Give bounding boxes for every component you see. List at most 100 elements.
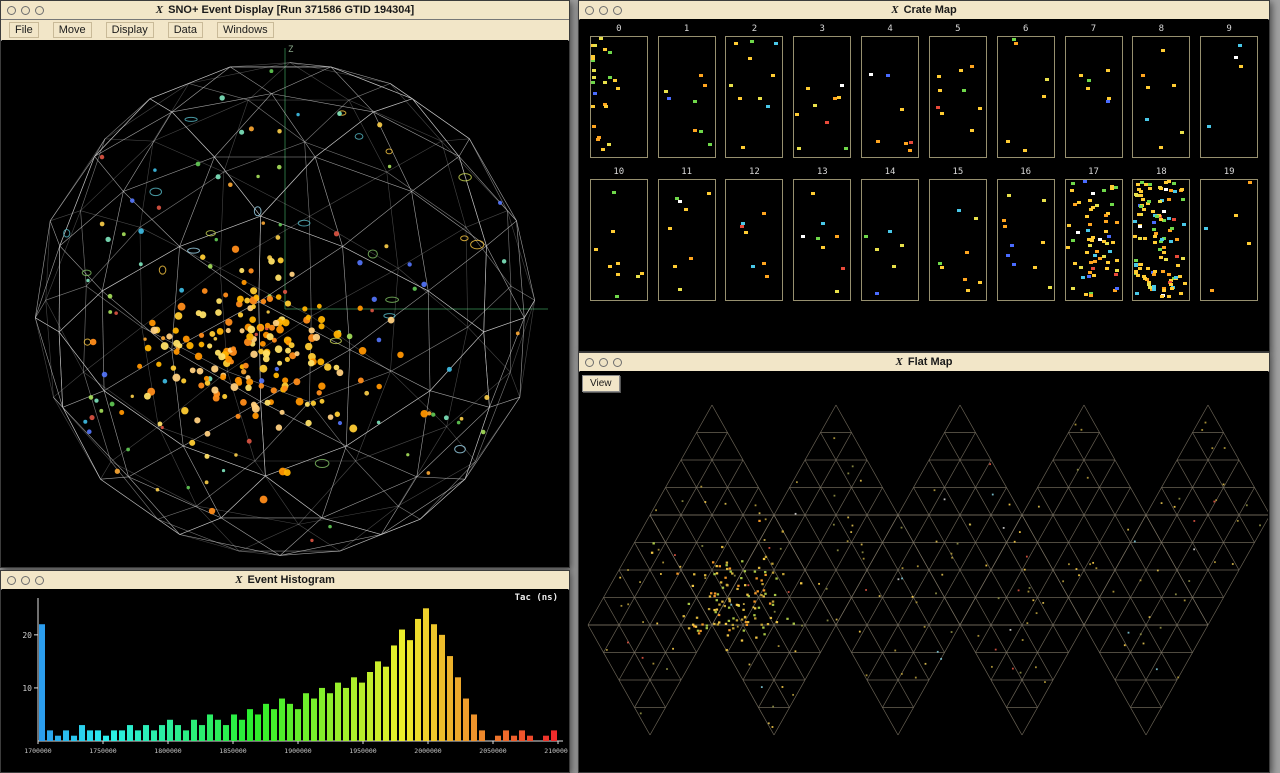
hit-dot <box>1093 260 1097 263</box>
hit-dot <box>875 248 879 251</box>
hit-dot <box>1111 241 1115 244</box>
crate-panel-1[interactable] <box>658 36 716 158</box>
crate-label-11: 11 <box>681 167 692 177</box>
hit-dot <box>774 42 778 45</box>
window-button-icon[interactable] <box>35 6 44 15</box>
hit-dot <box>1207 125 1211 128</box>
window-crate-map: XCrate Map 01234567891011121314151617181… <box>578 0 1270 352</box>
crate-panel-6[interactable] <box>997 36 1055 158</box>
hit-dot <box>765 275 769 278</box>
hit-dot <box>1114 186 1118 189</box>
hit-dot <box>1006 140 1010 143</box>
crate-panel-17[interactable] <box>1065 179 1123 301</box>
svg-text:1900000: 1900000 <box>284 747 311 755</box>
hit-dot <box>957 209 961 212</box>
titlebar-flat-map[interactable]: XFlat Map <box>579 353 1269 372</box>
window-button-icon[interactable] <box>599 6 608 15</box>
hit-dot <box>1093 254 1097 257</box>
window-buttons <box>7 576 44 585</box>
crate-panel-8[interactable] <box>1132 36 1190 158</box>
hit-dot <box>693 129 697 132</box>
crate-panel-9[interactable] <box>1200 36 1258 158</box>
hit-dot <box>940 266 944 269</box>
crate-panel-11[interactable] <box>658 179 716 301</box>
menu-file[interactable]: File <box>9 22 39 38</box>
crate-panel-12[interactable] <box>725 179 783 301</box>
hit-dot <box>1133 220 1137 223</box>
hit-dot <box>1088 223 1092 226</box>
hit-dot <box>833 97 837 100</box>
hit-dot <box>1091 267 1095 270</box>
crate-panel-19[interactable] <box>1200 179 1258 301</box>
titlebar-crate-map[interactable]: XCrate Map <box>579 1 1269 20</box>
crate-panel-18[interactable] <box>1132 179 1190 301</box>
hit-dot <box>1079 266 1083 269</box>
hit-dot <box>740 225 744 228</box>
crate-panel-5[interactable] <box>929 36 987 158</box>
hit-dot <box>597 136 601 139</box>
crate-panel-3[interactable] <box>793 36 851 158</box>
view-menu-button[interactable]: View <box>582 375 620 392</box>
svg-text:Tac (ns): Tac (ns) <box>515 593 558 603</box>
window-button-icon[interactable] <box>613 6 622 15</box>
hit-dot <box>888 230 892 233</box>
window-button-icon[interactable] <box>599 358 608 367</box>
hit-dot <box>1159 256 1163 259</box>
window-button-icon[interactable] <box>7 6 16 15</box>
hit-dot <box>801 235 805 238</box>
hit-dot <box>876 140 880 143</box>
menu-windows[interactable]: Windows <box>217 22 274 38</box>
hit-dot <box>616 262 620 265</box>
hit-dot <box>729 84 733 87</box>
crate-cell: 8 <box>1132 24 1190 158</box>
window-button-icon[interactable] <box>7 576 16 585</box>
hit-dot <box>592 76 596 79</box>
hit-dot <box>978 107 982 110</box>
hit-dot <box>938 262 942 265</box>
window-button-icon[interactable] <box>585 358 594 367</box>
hit-dot <box>904 142 908 145</box>
crate-panel-7[interactable] <box>1065 36 1123 158</box>
crate-panel-2[interactable] <box>725 36 783 158</box>
crate-panel-4[interactable] <box>861 36 919 158</box>
hit-dot <box>1152 221 1156 224</box>
titlebar-event-display[interactable]: XSNO+ Event Display [Run 371586 GTID 194… <box>1 1 569 20</box>
crate-panel-14[interactable] <box>861 179 919 301</box>
menu-display[interactable]: Display <box>106 22 154 38</box>
hit-dot <box>1084 293 1088 296</box>
hit-dot <box>938 89 942 92</box>
hit-dot <box>607 143 611 146</box>
hit-dot <box>699 130 703 133</box>
window-title: XSNO+ Event Display [Run 371586 GTID 194… <box>1 4 569 16</box>
crate-cell: 16 <box>997 167 1055 301</box>
hit-dot <box>1042 95 1046 98</box>
hit-dot <box>1102 240 1106 243</box>
crate-cell: 7 <box>1065 24 1123 158</box>
window-button-icon[interactable] <box>21 576 30 585</box>
crate-panel-16[interactable] <box>997 179 1055 301</box>
event-display-canvas[interactable]: Z <box>2 40 568 566</box>
crate-panel-0[interactable] <box>590 36 648 158</box>
crate-panel-15[interactable] <box>929 179 987 301</box>
hit-dot <box>1089 294 1093 297</box>
menu-move[interactable]: Move <box>53 22 92 38</box>
window-button-icon[interactable] <box>613 358 622 367</box>
hit-dot <box>1153 235 1157 238</box>
crate-cell: 10 <box>590 167 648 301</box>
crate-label-3: 3 <box>820 24 825 34</box>
hit-dot <box>1088 199 1092 202</box>
crate-panel-10[interactable] <box>590 179 648 301</box>
window-button-icon[interactable] <box>585 6 594 15</box>
hit-dot <box>1115 221 1119 224</box>
menu-data[interactable]: Data <box>168 22 203 38</box>
flat-map-canvas[interactable] <box>580 371 1268 771</box>
hit-dot <box>936 106 940 109</box>
hit-dot <box>1095 250 1099 253</box>
crate-panel-13[interactable] <box>793 179 851 301</box>
hit-dot <box>1181 198 1185 201</box>
window-button-icon[interactable] <box>35 576 44 585</box>
titlebar-event-histogram[interactable]: XEvent Histogram <box>1 571 569 590</box>
window-button-icon[interactable] <box>21 6 30 15</box>
hit-dot <box>978 281 982 284</box>
hit-dot <box>1247 242 1251 245</box>
